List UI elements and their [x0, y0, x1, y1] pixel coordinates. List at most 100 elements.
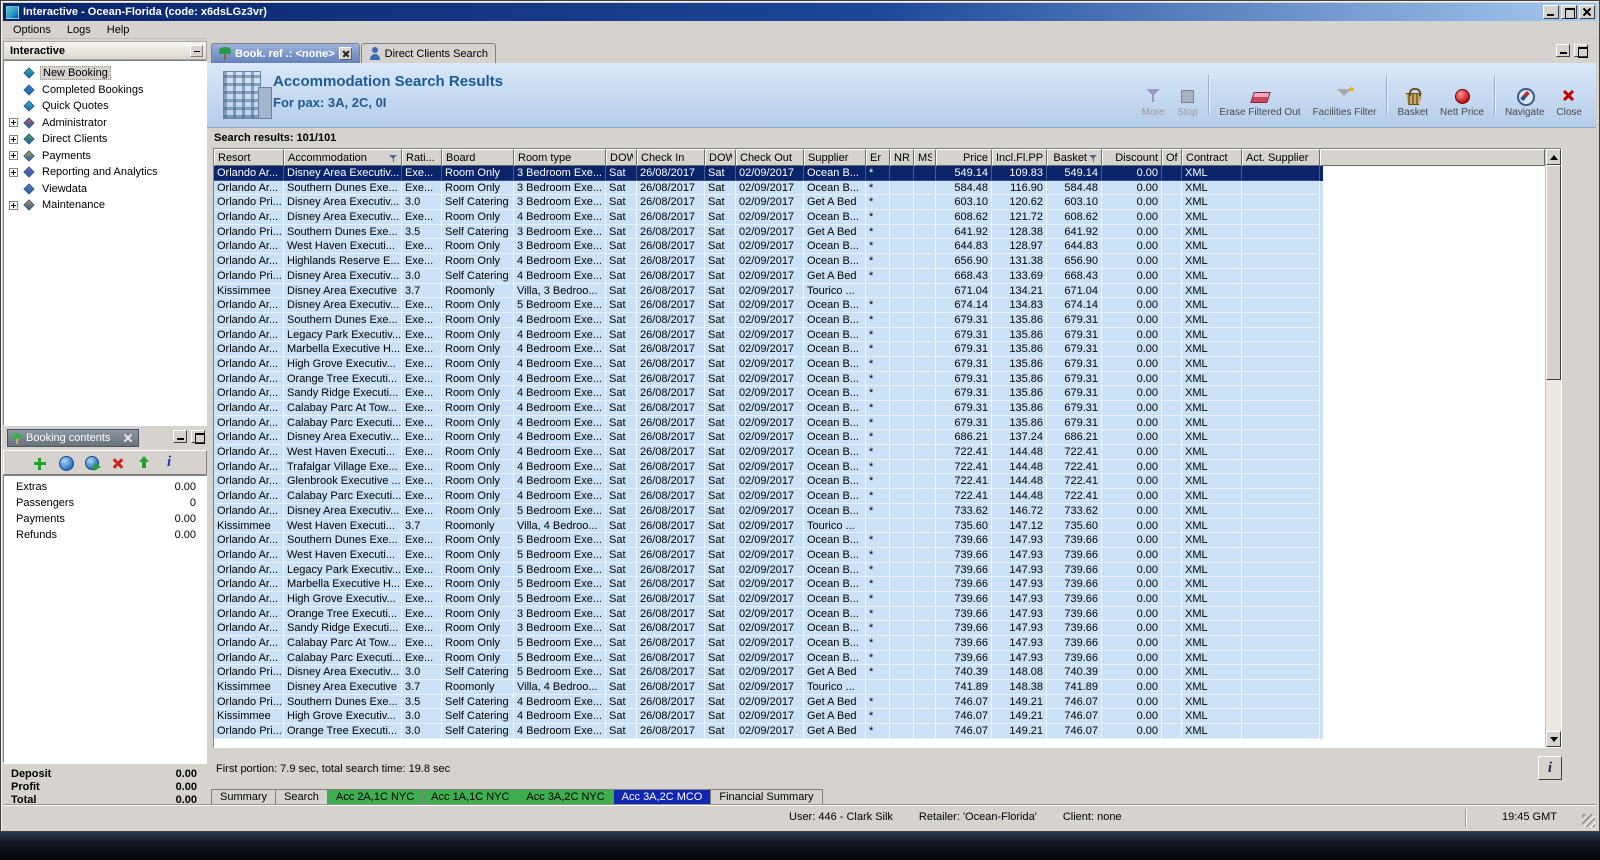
expander-icon[interactable] — [9, 134, 18, 144]
tool-stop[interactable]: Stop — [1170, 70, 1204, 120]
column-header-board[interactable]: Board — [442, 149, 514, 166]
tool-navigate[interactable]: Navigate — [1499, 70, 1550, 120]
table-row[interactable]: Orlando Ar... Legacy Park Executiv... Exe.… — [214, 562, 1323, 578]
close-booking-contents-icon[interactable] — [122, 432, 134, 444]
table-row[interactable]: Orlando Ar... Sandy Ridge Executi... Exe..… — [214, 386, 1323, 401]
table-row[interactable]: Orlando Ar... West Haven Executi... Exe...… — [214, 445, 1323, 460]
sidebar-item-administrator[interactable]: Administrator — [4, 115, 206, 132]
column-header-of[interactable]: Of — [1162, 149, 1182, 166]
table-row[interactable]: Orlando Pri... Southern Dunes Exe... 3.5 Se… — [214, 224, 1323, 240]
table-row[interactable]: Orlando Ar... Glenbrook Executive ... Exe.… — [214, 474, 1323, 490]
column-header-ms[interactable]: MS — [914, 149, 936, 166]
table-row[interactable]: Orlando Ar... Calabay Parc At Tow... Exe..… — [214, 636, 1323, 651]
table-row[interactable]: Orlando Ar... Southern Dunes Exe... Exe...… — [214, 312, 1323, 328]
table-row[interactable]: Orlando Ar... Southern Dunes Exe... Exe...… — [214, 180, 1323, 196]
table-row[interactable]: Kissimmee West Haven Executi... 3.7 Roomonl… — [214, 518, 1323, 534]
collapse-sidebar-button[interactable] — [190, 44, 203, 57]
column-header-basket[interactable]: Basket — [1047, 149, 1102, 166]
bottom-tab-financial-summary[interactable]: Financial Summary — [711, 789, 823, 805]
table-row[interactable]: Orlando Ar... Calabay Parc At Tow... Exe..… — [214, 401, 1323, 416]
table-row[interactable]: Orlando Ar... Disney Area Executiv... Exe.… — [214, 430, 1323, 446]
filter-icon[interactable] — [1089, 154, 1098, 163]
table-row[interactable]: Orlando Pri... Disney Area Executiv... 3.0… — [214, 268, 1323, 284]
mdi-restore-button[interactable] — [1574, 44, 1588, 58]
maximize-button[interactable] — [1561, 5, 1577, 19]
sidebar-item-direct-clients[interactable]: Direct Clients — [4, 131, 206, 148]
mdi-minimize-button[interactable] — [1556, 44, 1570, 57]
table-row[interactable]: Orlando Ar... Disney Area Executiv... Exe.… — [214, 298, 1323, 313]
table-row[interactable]: Orlando Ar... High Grove Executiv... Exe..… — [214, 356, 1323, 372]
delete-icon[interactable] — [110, 455, 126, 471]
table-row[interactable]: Orlando Ar... Orange Tree Executi... Exe..… — [214, 371, 1323, 387]
table-row[interactable]: Orlando Ar... West Haven Executi... Exe...… — [214, 239, 1323, 255]
scroll-up-icon[interactable] — [1546, 149, 1562, 165]
filter-icon[interactable] — [389, 154, 398, 163]
table-row[interactable]: Orlando Ar... Calabay Parc Executi... Exe.… — [214, 650, 1323, 666]
close-tab-icon[interactable] — [338, 47, 352, 60]
tool-nett-price[interactable]: Nett Price — [1434, 70, 1490, 120]
table-row[interactable]: Kissimmee Disney Area Executive 3.7 Roomonl… — [214, 680, 1323, 695]
table-row[interactable]: Orlando Ar... Calabay Parc Executi... Exe.… — [214, 415, 1323, 431]
table-row[interactable]: Orlando Pri... Disney Area Executiv... 3.0… — [214, 195, 1323, 211]
column-header-nr[interactable]: NR — [890, 149, 914, 166]
sidebar-item-quick-quotes[interactable]: Quick Quotes — [4, 98, 206, 115]
booking-contents-tab[interactable]: Booking contents — [7, 429, 139, 447]
table-row[interactable]: Orlando Ar... West Haven Executi... Exe...… — [214, 547, 1323, 563]
table-row[interactable]: Orlando Ar... Disney Area Executiv... Exe.… — [214, 166, 1323, 181]
expander-icon[interactable] — [9, 118, 18, 128]
menu-item-help[interactable]: Help — [99, 22, 138, 38]
booking-row-passengers[interactable]: Passengers 0 — [4, 495, 206, 511]
scroll-down-icon[interactable] — [1546, 731, 1562, 747]
column-header-room-type[interactable]: Room type — [514, 149, 606, 166]
sidebar-item-payments[interactable]: Payments — [4, 148, 206, 165]
panel-maximize-button[interactable] — [191, 430, 205, 444]
add-icon[interactable] — [32, 455, 48, 471]
column-header-price[interactable]: Price — [936, 149, 992, 166]
booking-row-extras[interactable]: Extras 0.00 — [4, 479, 206, 495]
sidebar-item-viewdata[interactable]: Viewdata — [4, 181, 206, 198]
column-header-incl-fl-pp[interactable]: Incl.Fl.PP — [992, 149, 1047, 166]
table-row[interactable]: Orlando Ar... Southern Dunes Exe... Exe...… — [214, 533, 1323, 548]
column-header-er[interactable]: Er — [866, 149, 890, 166]
expander-icon[interactable] — [9, 167, 18, 177]
column-header-accommodation[interactable]: Accommodation — [284, 149, 402, 166]
export-icon[interactable] — [84, 455, 101, 471]
table-row[interactable]: Orlando Ar... Calabay Parc Executi... Exe.… — [214, 489, 1323, 504]
table-row[interactable]: Orlando Ar... Marbella Executive H... Exe.… — [214, 342, 1323, 357]
tool-close[interactable]: Close — [1550, 70, 1588, 120]
menu-item-options[interactable]: Options — [5, 22, 59, 38]
expander-icon[interactable] — [9, 151, 18, 161]
info-button[interactable]: i — [1538, 756, 1562, 780]
table-row[interactable]: Orlando Pri... Southern Dunes Exe... 3.5 Se… — [214, 694, 1323, 710]
sidebar-item-maintenance[interactable]: Maintenance — [4, 197, 206, 214]
table-row[interactable]: Orlando Ar... High Grove Executiv... Exe..… — [214, 591, 1323, 607]
booking-row-refunds[interactable]: Refunds 0.00 — [4, 527, 206, 543]
tool-more[interactable]: More — [1136, 70, 1171, 120]
table-row[interactable]: Orlando Ar... Marbella Executive H... Exe.… — [214, 577, 1323, 592]
tab-direct-clients-search[interactable]: Direct Clients Search — [360, 43, 496, 63]
tab-book-ref-none[interactable]: Book. ref .: <none> — [211, 43, 360, 63]
info-icon[interactable] — [162, 454, 178, 471]
sidebar-item-new-booking[interactable]: New Booking — [4, 65, 206, 82]
column-header-check-in[interactable]: Check In — [637, 149, 705, 166]
globe-icon[interactable] — [58, 455, 74, 471]
bottom-tab-summary[interactable]: Summary — [211, 789, 277, 805]
minimize-button[interactable] — [1543, 5, 1559, 19]
table-row[interactable]: Orlando Ar... Trafalgar Village Exe... Exe… — [214, 459, 1323, 475]
sidebar-item-completed-bookings[interactable]: Completed Bookings — [4, 82, 206, 99]
column-header-contract[interactable]: Contract — [1182, 149, 1242, 166]
expander-icon[interactable] — [9, 200, 18, 210]
scrollbar-thumb[interactable] — [1546, 165, 1562, 380]
tool-basket[interactable]: Basket — [1391, 70, 1434, 120]
tool-facilities-filter[interactable]: Facilities Filter — [1307, 70, 1383, 120]
column-header-dow[interactable]: DOW — [705, 149, 736, 166]
tool-erase-filtered-out[interactable]: Erase Filtered Out — [1213, 70, 1306, 120]
table-row[interactable]: Orlando Ar... Disney Area Executiv... Exe.… — [214, 503, 1323, 519]
table-row[interactable]: Orlando Ar... Orange Tree Executi... Exe..… — [214, 606, 1323, 622]
close-button[interactable] — [1579, 5, 1595, 19]
table-row[interactable]: Kissimmee High Grove Executiv... 3.0 Self C… — [214, 709, 1323, 725]
column-header-rati[interactable]: Rati... — [402, 149, 442, 166]
bottom-tab-acc-3a-2c-nyc[interactable]: Acc 3A,2C NYC — [518, 789, 614, 805]
panel-minimize-button[interactable] — [173, 430, 187, 443]
column-header-act-supplier[interactable]: Act. Supplier — [1242, 149, 1320, 166]
